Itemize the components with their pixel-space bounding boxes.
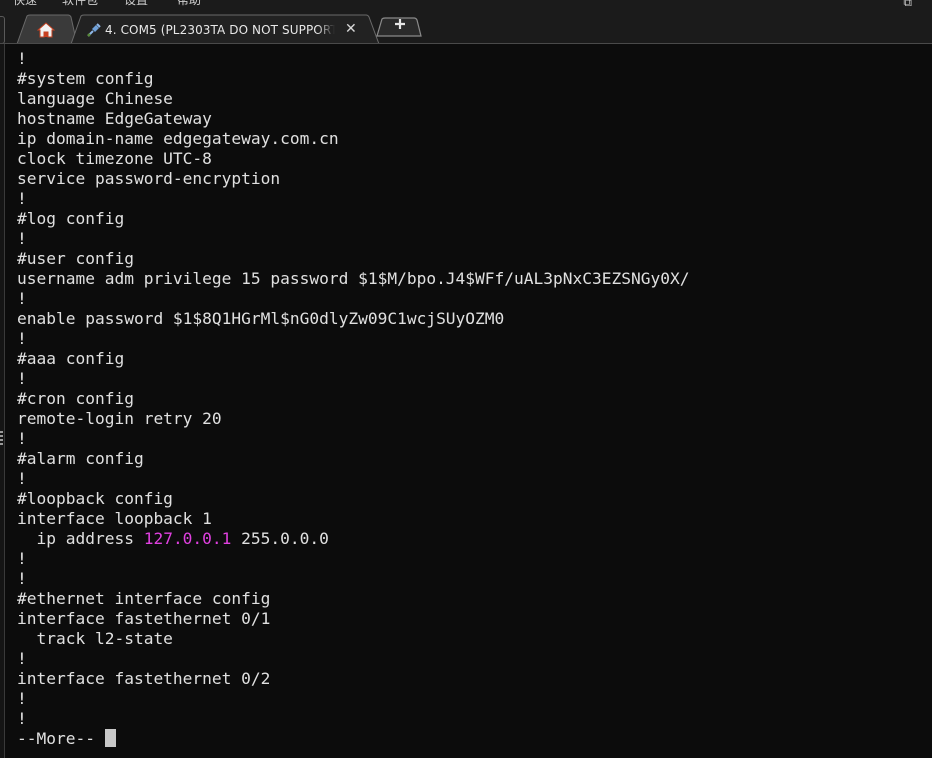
menu-item-packages[interactable]: 软件包 bbox=[62, 0, 98, 8]
terminal-line: ! bbox=[17, 469, 27, 488]
terminal-output[interactable]: ! #system config language Chinese hostname … bbox=[0, 44, 932, 758]
tab-session-title: 4. COM5 (PL2303TA DO NOT SUPPORT WINDOWS… bbox=[105, 23, 335, 39]
text-cursor bbox=[104, 729, 116, 747]
terminal-line: ! bbox=[17, 229, 27, 248]
terminal-line: remote-login retry 20 bbox=[17, 409, 222, 428]
terminal-line: #user config bbox=[17, 249, 134, 268]
resize-grip-icon bbox=[0, 431, 3, 445]
terminal-line: ! bbox=[17, 549, 27, 568]
terminal-line: clock timezone UTC-8 bbox=[17, 149, 212, 168]
new-tab-icon bbox=[395, 19, 405, 29]
terminal-line: language Chinese bbox=[17, 89, 173, 108]
terminal-line: #log config bbox=[17, 209, 125, 228]
tabs: 4. COM5 (PL2303TA DO NOT SUPPORT WINDOWS… bbox=[0, 14, 932, 44]
terminal-line: ip domain-name edgegateway.com.cn bbox=[17, 129, 339, 148]
ip-address-highlight: 127.0.0.1 bbox=[143, 529, 232, 548]
more-prompt: --More-- bbox=[17, 729, 689, 749]
terminal-lines: ! #system config language Chinese hostname … bbox=[17, 49, 689, 749]
terminal-line: #loopback config bbox=[17, 489, 173, 508]
terminal-line: #system config bbox=[17, 69, 154, 88]
menu-item-help[interactable]: 帮助 bbox=[177, 0, 201, 8]
terminal-line: ! bbox=[17, 689, 27, 708]
tab-bar: 快速 软件包 设置 帮助 ⧉ 4. COM5 (PL2303TA DO NOT … bbox=[0, 0, 932, 44]
terminal-line: ! bbox=[17, 289, 27, 308]
close-icon[interactable]: ✕ bbox=[345, 22, 357, 36]
sidebar-resize-handle[interactable] bbox=[0, 44, 5, 758]
terminal-line: hostname EdgeGateway bbox=[17, 109, 212, 128]
terminal-line: ip address 127.0.0.1 255.0.0.0 bbox=[17, 529, 689, 549]
terminal-text: 255.0.0.0 bbox=[231, 529, 329, 548]
terminal-line: enable password $1$8Q1HGrMl$nG0dlyZw09C1… bbox=[17, 309, 505, 328]
terminal-line: #ethernet interface config bbox=[17, 589, 271, 608]
terminal-line: #alarm config bbox=[17, 449, 144, 468]
restore-window-icon[interactable]: ⧉ bbox=[903, 0, 912, 10]
menu-item-quick[interactable]: 快速 bbox=[13, 0, 37, 8]
terminal-line: ! bbox=[17, 649, 27, 668]
terminal-line: ! bbox=[17, 189, 27, 208]
terminal-line: username adm privilege 15 password $1$M/… bbox=[17, 269, 690, 288]
terminal-line: interface fastethernet 0/1 bbox=[17, 609, 271, 628]
terminal-line: #cron config bbox=[17, 389, 134, 408]
terminal-line: ! bbox=[17, 49, 27, 68]
terminal-line: ! bbox=[17, 429, 27, 448]
terminal-line: ! bbox=[17, 329, 27, 348]
more-prompt-text: --More-- bbox=[17, 729, 105, 748]
terminal-line: ! bbox=[17, 709, 27, 728]
serial-connection-icon bbox=[87, 23, 101, 37]
terminal-line: track l2-state bbox=[17, 629, 173, 648]
terminal-line: service password-encryption bbox=[17, 169, 281, 188]
terminal-line: ! bbox=[17, 369, 27, 388]
terminal-line: interface loopback 1 bbox=[17, 509, 212, 528]
menu-item-settings[interactable]: 设置 bbox=[124, 0, 148, 8]
terminal-line: #aaa config bbox=[17, 349, 125, 368]
home-icon bbox=[37, 22, 55, 38]
terminal-text: ip address bbox=[17, 529, 144, 548]
terminal-line: interface fastethernet 0/2 bbox=[17, 669, 271, 688]
terminal-line: ! bbox=[17, 569, 27, 588]
